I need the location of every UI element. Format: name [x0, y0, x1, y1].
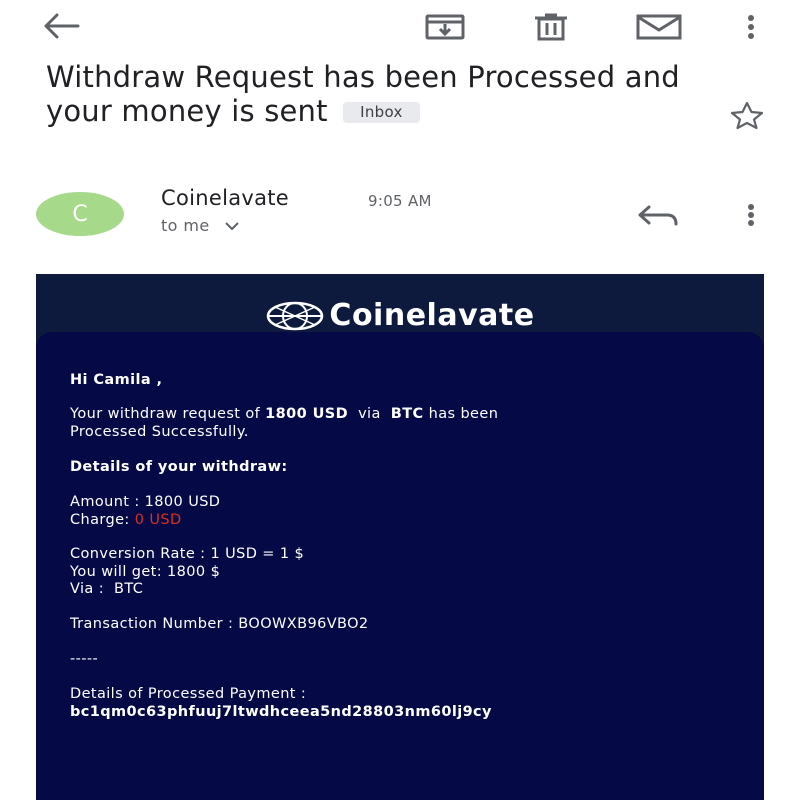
- chevron-down-icon: [224, 221, 239, 230]
- envelope-icon: [636, 14, 682, 40]
- intro-suffix: has been: [428, 406, 499, 422]
- brand-header: Coinelavate: [36, 298, 764, 333]
- reply-button[interactable]: [634, 198, 682, 232]
- payment-details-heading: Details of Processed Payment :: [70, 686, 307, 702]
- globe-logo-icon: [267, 301, 324, 330]
- more-vertical-icon: [748, 15, 754, 39]
- charge-value: 0 USD: [134, 512, 182, 528]
- sender-name: Coinelavate: [161, 186, 290, 210]
- conversion-rate-line: Conversion Rate : 1 USD = 1 $: [70, 546, 305, 562]
- withdraw-method: BTC: [390, 406, 424, 422]
- message-panel: Hi Camila , Your withdraw request of 180…: [36, 332, 764, 800]
- intro-via: via: [358, 406, 381, 422]
- details-heading: Details of your withdraw:: [70, 459, 288, 475]
- sent-time: 9:05 AM: [368, 192, 432, 210]
- back-button[interactable]: [38, 8, 84, 44]
- more-options-button[interactable]: [736, 8, 766, 46]
- arrow-left-icon: [44, 13, 80, 39]
- recipient-details-toggle[interactable]: to me: [161, 216, 240, 235]
- email-body: Coinelavate Hi Camila , Your withdraw re…: [36, 274, 764, 800]
- delete-button[interactable]: [528, 8, 574, 46]
- charge-label: Charge:: [70, 512, 130, 528]
- message-more-button[interactable]: [736, 198, 766, 232]
- brand-name: Coinelavate: [329, 298, 535, 333]
- trash-icon: [535, 13, 567, 41]
- star-button[interactable]: [724, 98, 770, 132]
- archive-icon: [425, 14, 465, 40]
- intro-line: Your withdraw request of 1800 USD via BT…: [70, 405, 498, 423]
- payment-address[interactable]: bc1qm0c63phfuuj7ltwdhceea5nd28803nm60lj9…: [70, 703, 492, 721]
- mark-unread-button[interactable]: [632, 8, 686, 46]
- separator-text: -----: [70, 651, 99, 667]
- star-outline-icon: [730, 101, 764, 130]
- reply-icon: [638, 205, 678, 226]
- intro-prefix: Your withdraw request of: [70, 406, 261, 422]
- withdraw-amount: 1800 USD: [265, 406, 349, 422]
- transaction-number-line: Transaction Number : BOOWXB96VBO2: [70, 616, 369, 632]
- via-line: Via : BTC: [70, 581, 144, 597]
- inbox-label-badge[interactable]: Inbox: [343, 102, 420, 123]
- greeting: Hi Camila ,: [70, 372, 163, 388]
- email-subject: Withdraw Request has been Processed and …: [46, 60, 716, 128]
- avatar-letter: C: [72, 201, 88, 227]
- receive-amount-line: You will get: 1800 $: [70, 564, 221, 580]
- archive-button[interactable]: [422, 8, 468, 46]
- sender-avatar[interactable]: C: [36, 192, 124, 236]
- intro-line-2: Processed Successfully.: [70, 424, 249, 440]
- recipient-text: to me: [161, 216, 210, 235]
- more-vertical-icon: [748, 204, 754, 226]
- amount-line: Amount : 1800 USD: [70, 494, 221, 510]
- charge-line: Charge: 0 USD: [70, 511, 182, 529]
